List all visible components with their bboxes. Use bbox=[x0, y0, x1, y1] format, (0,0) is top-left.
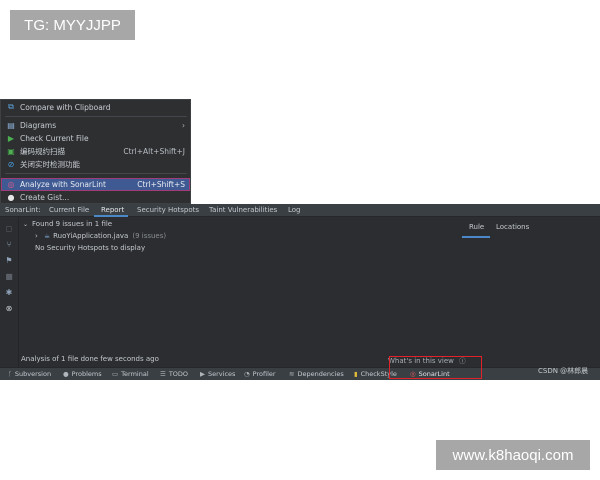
bottom-item-sonarlint[interactable]: ◎ SonarLint bbox=[410, 370, 450, 378]
sonarlint-tab-bar: SonarLint: Current File Report Security … bbox=[0, 204, 600, 217]
active-rule-tab-indicator bbox=[462, 236, 490, 238]
tree-summary-row[interactable]: ⌄ Found 9 issues in 1 file bbox=[23, 220, 112, 228]
no-hotspots-row: No Security Hotspots to display bbox=[35, 244, 145, 252]
stop-icon[interactable]: ■ bbox=[4, 271, 14, 281]
bottom-item-label: TODO bbox=[168, 370, 189, 378]
menu-item-label: Diagrams bbox=[20, 120, 57, 130]
sonarlint-icon: ◎ bbox=[410, 370, 416, 378]
chevron-right-icon: › bbox=[35, 232, 38, 240]
menu-item-create-gist[interactable]: ● Create Gist... bbox=[1, 191, 190, 203]
menu-item-check-current-file[interactable]: ▶ Check Current File bbox=[1, 132, 190, 144]
watermark-bottom-right: www.k8haoqi.com bbox=[436, 440, 590, 470]
bottom-item-label: Dependencies bbox=[297, 370, 344, 378]
tab-log[interactable]: Log bbox=[288, 206, 301, 214]
context-menu: ⧉ Compare with Clipboard ▤ Diagrams › ▶ … bbox=[0, 99, 191, 204]
bottom-item-label: Services bbox=[208, 370, 236, 378]
bottom-item-label: Profiler bbox=[252, 370, 276, 378]
sonarlint-icon: ◎ bbox=[7, 180, 15, 189]
menu-separator bbox=[5, 116, 187, 117]
bottom-item-label: CheckStyle bbox=[360, 370, 397, 378]
csdn-watermark: CSDN @林郎晨 bbox=[538, 367, 589, 375]
compare-icon: ⧉ bbox=[8, 102, 14, 111]
no-hotspots-text: No Security Hotspots to display bbox=[35, 244, 146, 252]
menu-item-label: Create Gist... bbox=[20, 192, 70, 202]
analysis-status: Analysis of 1 file done few seconds ago bbox=[21, 355, 159, 363]
file-name: RuoYiApplication.java bbox=[53, 232, 129, 240]
java-file-icon: ☕ bbox=[43, 232, 51, 240]
scan-icon: ▣ bbox=[7, 146, 15, 156]
menu-item-compare-clipboard[interactable]: ⧉ Compare with Clipboard bbox=[1, 101, 190, 113]
stack-icon: ≋ bbox=[289, 370, 295, 378]
menu-item-label: Check Current File bbox=[20, 133, 89, 143]
bottom-item-terminal[interactable]: ▭ Terminal bbox=[112, 370, 149, 378]
chevron-down-icon: ⌄ bbox=[23, 220, 29, 228]
info-icon: ● bbox=[63, 370, 69, 378]
watermark-top-left: TG: MYYJJPP bbox=[10, 10, 135, 40]
whats-in-view-link[interactable]: What's in this view ⓘ bbox=[388, 355, 466, 365]
bottom-tool-bar: ᚴ Subversion ● Problems ▭ Terminal ☰ TOD… bbox=[0, 367, 600, 380]
tab-current-file[interactable]: Current File bbox=[49, 206, 89, 214]
play-icon: ▶ bbox=[7, 133, 15, 143]
chevron-right-icon: › bbox=[182, 120, 185, 130]
menu-item-code-scan[interactable]: ▣ 编码规约扫描 Ctrl+Alt+Shift+J bbox=[1, 145, 190, 157]
tab-taint-vulnerabilities[interactable]: Taint Vulnerabilities bbox=[209, 206, 277, 214]
menu-item-label: 编码规约扫描 bbox=[20, 146, 65, 156]
tab-rule[interactable]: Rule bbox=[469, 223, 484, 231]
diagram-icon: ▤ bbox=[7, 120, 15, 130]
bottom-item-label: Subversion bbox=[14, 370, 52, 378]
bottom-item-dependencies[interactable]: ≋ Dependencies bbox=[289, 370, 344, 378]
bottom-item-subversion[interactable]: ᚴ Subversion bbox=[8, 370, 51, 378]
help-icon: ⓘ bbox=[459, 357, 466, 365]
menu-item-analyze-sonarlint[interactable]: ◎ Analyze with SonarLint Ctrl+Shift+S bbox=[1, 178, 190, 191]
flag-icon[interactable]: ⚑ bbox=[4, 255, 14, 265]
run-icon[interactable]: ◻ bbox=[4, 223, 14, 233]
issues-summary: Found 9 issues in 1 file bbox=[32, 220, 113, 228]
close-icon[interactable]: ⊗ bbox=[4, 303, 14, 313]
file-issue-count: (9 issues) bbox=[132, 232, 167, 240]
rule-panel: Rule Locations bbox=[458, 217, 600, 357]
tab-report[interactable]: Report bbox=[101, 206, 124, 214]
issues-tree: ⌄ Found 9 issues in 1 file › ☕ RuoYiAppl… bbox=[18, 217, 458, 357]
menu-item-shortcut: Ctrl+Alt+Shift+J bbox=[123, 146, 185, 156]
bottom-item-label: Terminal bbox=[121, 370, 149, 378]
tree-file-row[interactable]: › ☕ RuoYiApplication.java (9 issues) bbox=[35, 232, 166, 240]
menu-item-diagrams[interactable]: ▤ Diagrams › bbox=[1, 119, 190, 131]
bottom-item-label: Problems bbox=[71, 370, 102, 378]
bottom-item-profiler[interactable]: ◔ Profiler bbox=[244, 370, 276, 378]
whats-in-view-label: What's in this view bbox=[388, 357, 454, 365]
checkstyle-icon: ▮ bbox=[354, 370, 358, 378]
terminal-icon: ▭ bbox=[112, 370, 119, 378]
bottom-item-label: SonarLint bbox=[418, 370, 450, 378]
tab-locations[interactable]: Locations bbox=[496, 223, 529, 231]
tool-window-title: SonarLint: bbox=[5, 206, 41, 214]
menu-item-label: 关闭实时检测功能 bbox=[20, 159, 80, 169]
bottom-item-services[interactable]: ▶ Services bbox=[200, 370, 235, 378]
services-icon: ▶ bbox=[200, 370, 205, 378]
list-icon: ☰ bbox=[160, 370, 166, 378]
tree-icon[interactable]: ⑂ bbox=[4, 239, 14, 249]
branch-icon: ᚴ bbox=[8, 370, 12, 378]
tab-security-hotspots[interactable]: Security Hotspots bbox=[137, 206, 199, 214]
menu-item-label: Analyze with SonarLint bbox=[20, 180, 106, 189]
bottom-item-todo[interactable]: ☰ TODO bbox=[160, 370, 188, 378]
settings-icon[interactable]: ✱ bbox=[4, 287, 14, 297]
menu-item-label: Compare with Clipboard bbox=[20, 102, 111, 112]
bottom-item-problems[interactable]: ● Problems bbox=[63, 370, 102, 378]
github-icon: ● bbox=[7, 192, 15, 202]
menu-separator bbox=[5, 173, 187, 174]
bottom-item-checkstyle[interactable]: ▮ CheckStyle bbox=[354, 370, 397, 378]
profiler-icon: ◔ bbox=[244, 370, 250, 378]
menu-item-shortcut: Ctrl+Shift+S bbox=[137, 180, 185, 189]
menu-item-disable-realtime[interactable]: ⊘ 关闭实时检测功能 bbox=[1, 158, 190, 170]
tool-strip: ◻ ⑂ ⚑ ■ ✱ ⊗ bbox=[0, 217, 19, 367]
disable-icon: ⊘ bbox=[7, 159, 15, 169]
